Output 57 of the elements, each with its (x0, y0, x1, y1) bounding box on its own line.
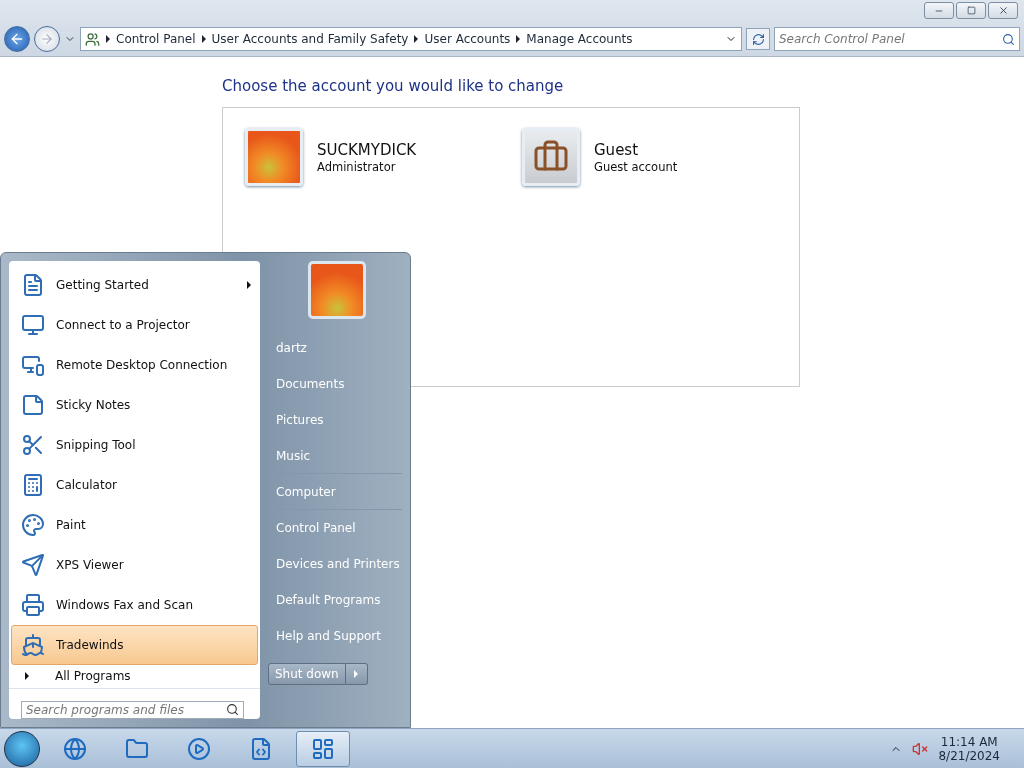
arrow-icon (354, 670, 359, 678)
search-field[interactable]: Search Control Panel (774, 27, 1020, 51)
search-icon (226, 703, 239, 717)
forward-button[interactable] (34, 26, 60, 52)
program-item[interactable]: Sticky Notes (11, 385, 258, 425)
program-item[interactable]: XPS Viewer (11, 545, 258, 585)
all-programs-item[interactable]: All Programs (9, 665, 260, 689)
users-icon (85, 31, 100, 47)
taskbar-button[interactable] (296, 730, 350, 767)
address-bar[interactable]: Control Panel User Accounts and Family Safety User Accounts Manage Accounts (80, 27, 742, 51)
program-item[interactable]: Windows Fax and Scan (11, 585, 258, 625)
breadcrumb-item[interactable]: User Accounts (424, 32, 511, 46)
account-type: Administrator (317, 159, 397, 174)
refresh-icon (751, 32, 765, 46)
breadcrumb-item[interactable]: Manage Accounts (526, 32, 633, 46)
breadcrumb-item[interactable]: User Accounts and Family Safety (211, 32, 409, 46)
breadcrumb-item[interactable]: Control Panel (116, 32, 196, 46)
back-button[interactable] (4, 26, 30, 52)
account-type: Guest account (594, 159, 678, 174)
start-button[interactable] (4, 730, 40, 767)
restore-button[interactable] (956, 2, 986, 19)
program-item[interactable]: Remote Desktop Connection (11, 345, 258, 385)
page-heading: Choose the account you would like to change (222, 77, 565, 95)
user-picture (308, 261, 366, 319)
play-icon (187, 736, 211, 761)
program-item[interactable]: Snipping Tool (11, 425, 258, 465)
briefcase-picture[interactable] (522, 128, 580, 186)
breadcrumb-arrow-icon[interactable] (106, 35, 110, 43)
search-input[interactable]: Search programs and files (26, 701, 226, 718)
refresh-button[interactable] (746, 28, 770, 50)
arrow-icon (25, 672, 29, 681)
program-item[interactable]: Connect to a Projector (11, 305, 258, 345)
clock[interactable]: 11:14 AM 8/21/2024 (938, 734, 1000, 763)
account-name[interactable]: SUCKMYDICK (317, 140, 417, 159)
breadcrumb-arrow-icon[interactable] (414, 35, 419, 43)
muted-speaker-icon[interactable] (912, 740, 929, 757)
globe-icon (63, 736, 87, 761)
shutdown-options-button[interactable] (345, 663, 368, 685)
close-button[interactable] (988, 2, 1018, 19)
program-item[interactable]: Getting Started (11, 265, 258, 305)
program-item[interactable]: Paint (11, 505, 258, 545)
minimize-button[interactable] (924, 2, 954, 19)
breadcrumb-arrow-icon[interactable] (201, 35, 206, 43)
search-field[interactable]: Search programs and files (21, 700, 244, 719)
folder-icon (125, 736, 149, 761)
program-item[interactable]: Tradewinds (11, 625, 258, 665)
restore-icon (966, 6, 976, 15)
control-panel-icon (311, 736, 335, 761)
document-icon (249, 736, 273, 761)
breadcrumb-arrow-icon[interactable] (516, 35, 521, 43)
forward-arrow-icon (40, 32, 54, 46)
search-input[interactable]: Search Control Panel (779, 28, 1002, 50)
search-icon (1002, 32, 1015, 46)
flower-picture[interactable] (245, 128, 303, 186)
program-item[interactable]: Calculator (11, 465, 258, 505)
close-icon (997, 5, 1009, 16)
account-name[interactable]: Guest (594, 140, 678, 159)
